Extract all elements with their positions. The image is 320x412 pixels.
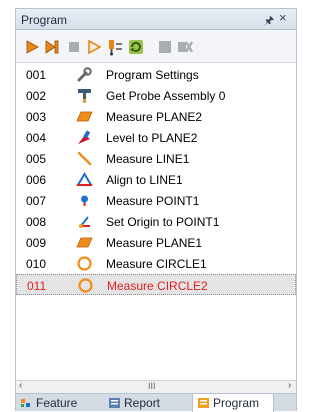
align-icon bbox=[76, 171, 93, 188]
scroll-right-icon[interactable]: › bbox=[288, 380, 291, 391]
step-label: Level to PLANE2 bbox=[106, 131, 198, 145]
program-row[interactable]: 010 Measure CIRCLE1 bbox=[16, 253, 296, 274]
block-icon[interactable] bbox=[156, 38, 174, 56]
step-label: Measure LINE1 bbox=[106, 152, 190, 166]
tab-label: Report bbox=[124, 396, 161, 410]
probe-icon[interactable] bbox=[106, 38, 124, 56]
step-icon[interactable] bbox=[43, 38, 61, 56]
program-icon bbox=[197, 397, 210, 409]
program-row-selected[interactable]: 011 Measure CIRCLE2 bbox=[16, 274, 296, 295]
step-number: 004 bbox=[26, 131, 47, 145]
run-icon[interactable] bbox=[23, 38, 41, 56]
step-number: 011 bbox=[27, 279, 47, 293]
close-icon[interactable]: × bbox=[279, 10, 287, 25]
tab-label: Feature bbox=[36, 396, 78, 410]
step-label: Measure PLANE2 bbox=[106, 110, 203, 124]
run-from-cursor-icon[interactable] bbox=[85, 38, 103, 56]
program-row[interactable]: 006 Align to LINE1 bbox=[16, 169, 296, 190]
step-number: 001 bbox=[26, 68, 47, 82]
step-label: Align to LINE1 bbox=[106, 173, 183, 187]
probe-assembly-icon bbox=[76, 87, 93, 104]
tab-label: Program bbox=[213, 396, 260, 410]
panel-tab-strip: Feature Report Program bbox=[16, 393, 296, 412]
program-row[interactable]: 005 Measure LINE1 bbox=[16, 148, 296, 169]
program-row[interactable]: 003 Measure PLANE2 bbox=[16, 106, 296, 127]
program-row[interactable]: 004 Level to PLANE2 bbox=[16, 127, 296, 148]
step-label: Measure PLANE1 bbox=[106, 236, 203, 250]
step-label: Measure CIRCLE1 bbox=[106, 257, 207, 271]
tab-report[interactable]: Report bbox=[108, 394, 184, 412]
step-number: 007 bbox=[26, 194, 47, 208]
level-icon bbox=[76, 129, 93, 146]
step-number: 005 bbox=[26, 152, 47, 166]
plane-icon bbox=[76, 234, 93, 251]
step-label: Measure POINT1 bbox=[106, 194, 200, 208]
wrench-icon bbox=[76, 66, 93, 83]
step-number: 010 bbox=[26, 257, 47, 271]
program-panel: Program 🖈 × 001 Program Settings 002 Get… bbox=[15, 8, 297, 412]
panel-titlebar: Program 🖈 × bbox=[16, 9, 296, 30]
pin-icon[interactable]: 🖈 bbox=[264, 12, 274, 31]
program-toolbar bbox=[16, 30, 296, 63]
step-number: 006 bbox=[26, 173, 47, 187]
panel-title: Program bbox=[21, 13, 68, 27]
scroll-grip[interactable]: III bbox=[148, 381, 156, 391]
line-icon bbox=[76, 150, 93, 167]
step-label: Get Probe Assembly 0 bbox=[106, 89, 226, 103]
horizontal-scrollbar[interactable]: ‹ III › bbox=[16, 380, 296, 393]
program-row[interactable]: 007 Measure POINT1 bbox=[16, 190, 296, 211]
step-number: 008 bbox=[26, 215, 47, 229]
program-row[interactable]: 002 Get Probe Assembly 0 bbox=[16, 85, 296, 106]
program-row[interactable]: 009 Measure PLANE1 bbox=[16, 232, 296, 253]
step-number: 009 bbox=[26, 236, 47, 250]
program-row[interactable]: 008 Set Origin to POINT1 bbox=[16, 211, 296, 232]
refresh-icon[interactable] bbox=[127, 38, 145, 56]
step-number: 003 bbox=[26, 110, 47, 124]
step-label: Measure CIRCLE2 bbox=[107, 279, 208, 293]
circle-icon bbox=[76, 255, 93, 272]
step-number: 002 bbox=[26, 89, 47, 103]
step-label: Set Origin to POINT1 bbox=[106, 215, 220, 229]
step-label: Program Settings bbox=[106, 68, 199, 82]
program-step-list: 001 Program Settings 002 Get Probe Assem… bbox=[16, 64, 296, 380]
origin-icon bbox=[76, 213, 93, 230]
circle-icon bbox=[77, 277, 94, 294]
stop-icon[interactable] bbox=[65, 38, 83, 56]
scroll-left-icon[interactable]: ‹ bbox=[19, 380, 22, 391]
program-row[interactable]: 001 Program Settings bbox=[16, 64, 296, 85]
plane-icon bbox=[76, 108, 93, 125]
report-icon bbox=[108, 397, 121, 409]
feature-icon bbox=[20, 397, 33, 409]
tab-program[interactable]: Program bbox=[192, 394, 274, 412]
point-icon bbox=[76, 192, 93, 209]
tab-feature[interactable]: Feature bbox=[20, 394, 100, 412]
delete-icon[interactable] bbox=[176, 38, 194, 56]
